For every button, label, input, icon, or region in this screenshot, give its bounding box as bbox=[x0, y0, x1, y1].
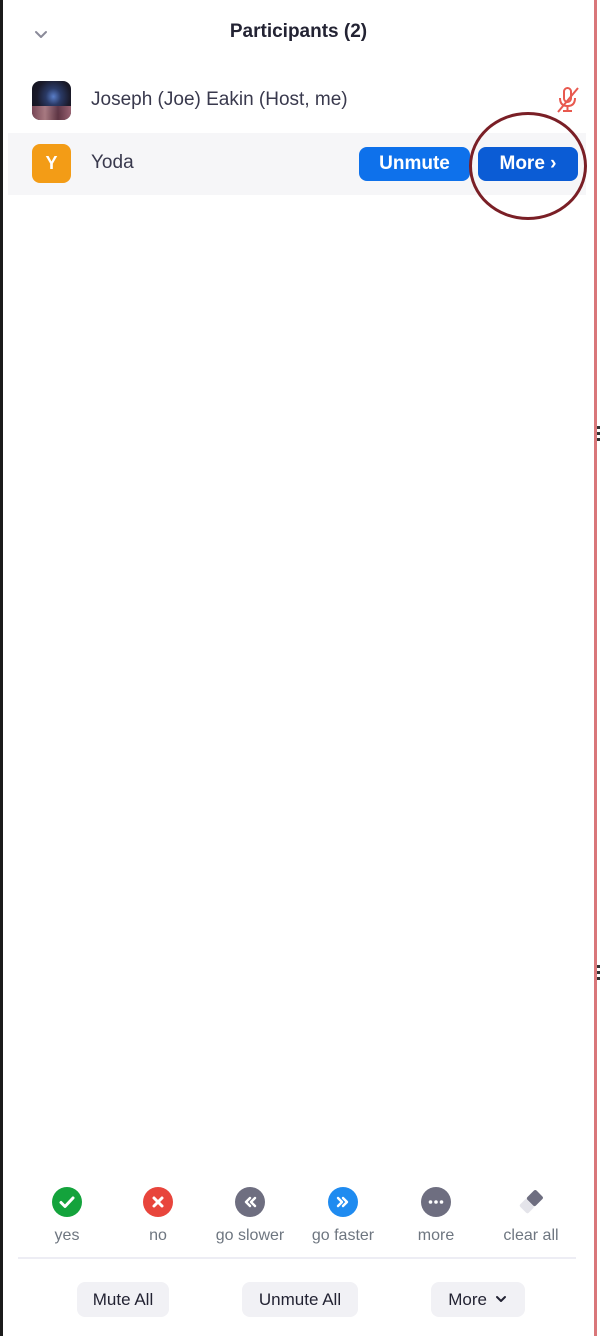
reaction-yes[interactable]: yes bbox=[19, 1185, 115, 1245]
participant-name: Joseph (Joe) Eakin (Host, me) bbox=[91, 89, 348, 110]
unmute-participant-button[interactable]: Unmute bbox=[359, 147, 470, 181]
reaction-label: go faster bbox=[311, 1227, 375, 1244]
reaction-label: clear all bbox=[503, 1227, 559, 1244]
footer-more-button[interactable]: More bbox=[431, 1282, 525, 1317]
fast-forward-icon bbox=[328, 1187, 358, 1217]
chevron-down-icon bbox=[495, 1296, 506, 1302]
more-participant-options-button[interactable]: More › bbox=[478, 147, 578, 181]
reaction-no[interactable]: no bbox=[110, 1185, 206, 1245]
reaction-label: no bbox=[149, 1227, 167, 1244]
mute-all-button[interactable]: Mute All bbox=[77, 1282, 169, 1317]
reaction-label: yes bbox=[54, 1227, 80, 1244]
ellipsis-icon bbox=[421, 1187, 451, 1217]
footer-more-label: More bbox=[448, 1290, 487, 1309]
rewind-icon bbox=[235, 1187, 265, 1217]
checkmark-icon bbox=[52, 1187, 82, 1217]
eraser-icon bbox=[516, 1187, 546, 1217]
participants-header: Participants (2) bbox=[3, 0, 594, 66]
footer-divider bbox=[18, 1257, 576, 1259]
reaction-go-faster[interactable]: go faster bbox=[295, 1185, 391, 1245]
participant-row[interactable]: Joseph (Joe) Eakin (Host, me) bbox=[8, 70, 586, 132]
nonverbal-feedback-bar: yes no go slower go faster more clear al… bbox=[3, 1185, 594, 1247]
avatar: Y bbox=[32, 144, 71, 183]
window-right-edge bbox=[594, 0, 600, 1336]
participant-name: Yoda bbox=[91, 152, 134, 173]
reaction-label: more bbox=[417, 1227, 455, 1244]
unmute-all-button[interactable]: Unmute All bbox=[242, 1282, 358, 1317]
reaction-label: go slower bbox=[215, 1227, 285, 1244]
microphone-muted-icon bbox=[557, 87, 579, 113]
window-left-edge bbox=[0, 0, 3, 1336]
reaction-clear-all[interactable]: clear all bbox=[483, 1185, 579, 1245]
reaction-more[interactable]: more bbox=[388, 1185, 484, 1245]
participant-row[interactable]: Y Yoda Unmute More › bbox=[8, 133, 586, 195]
avatar bbox=[32, 81, 71, 120]
panel-title: Participants (2) bbox=[229, 21, 368, 42]
x-icon bbox=[143, 1187, 173, 1217]
reaction-go-slower[interactable]: go slower bbox=[202, 1185, 298, 1245]
